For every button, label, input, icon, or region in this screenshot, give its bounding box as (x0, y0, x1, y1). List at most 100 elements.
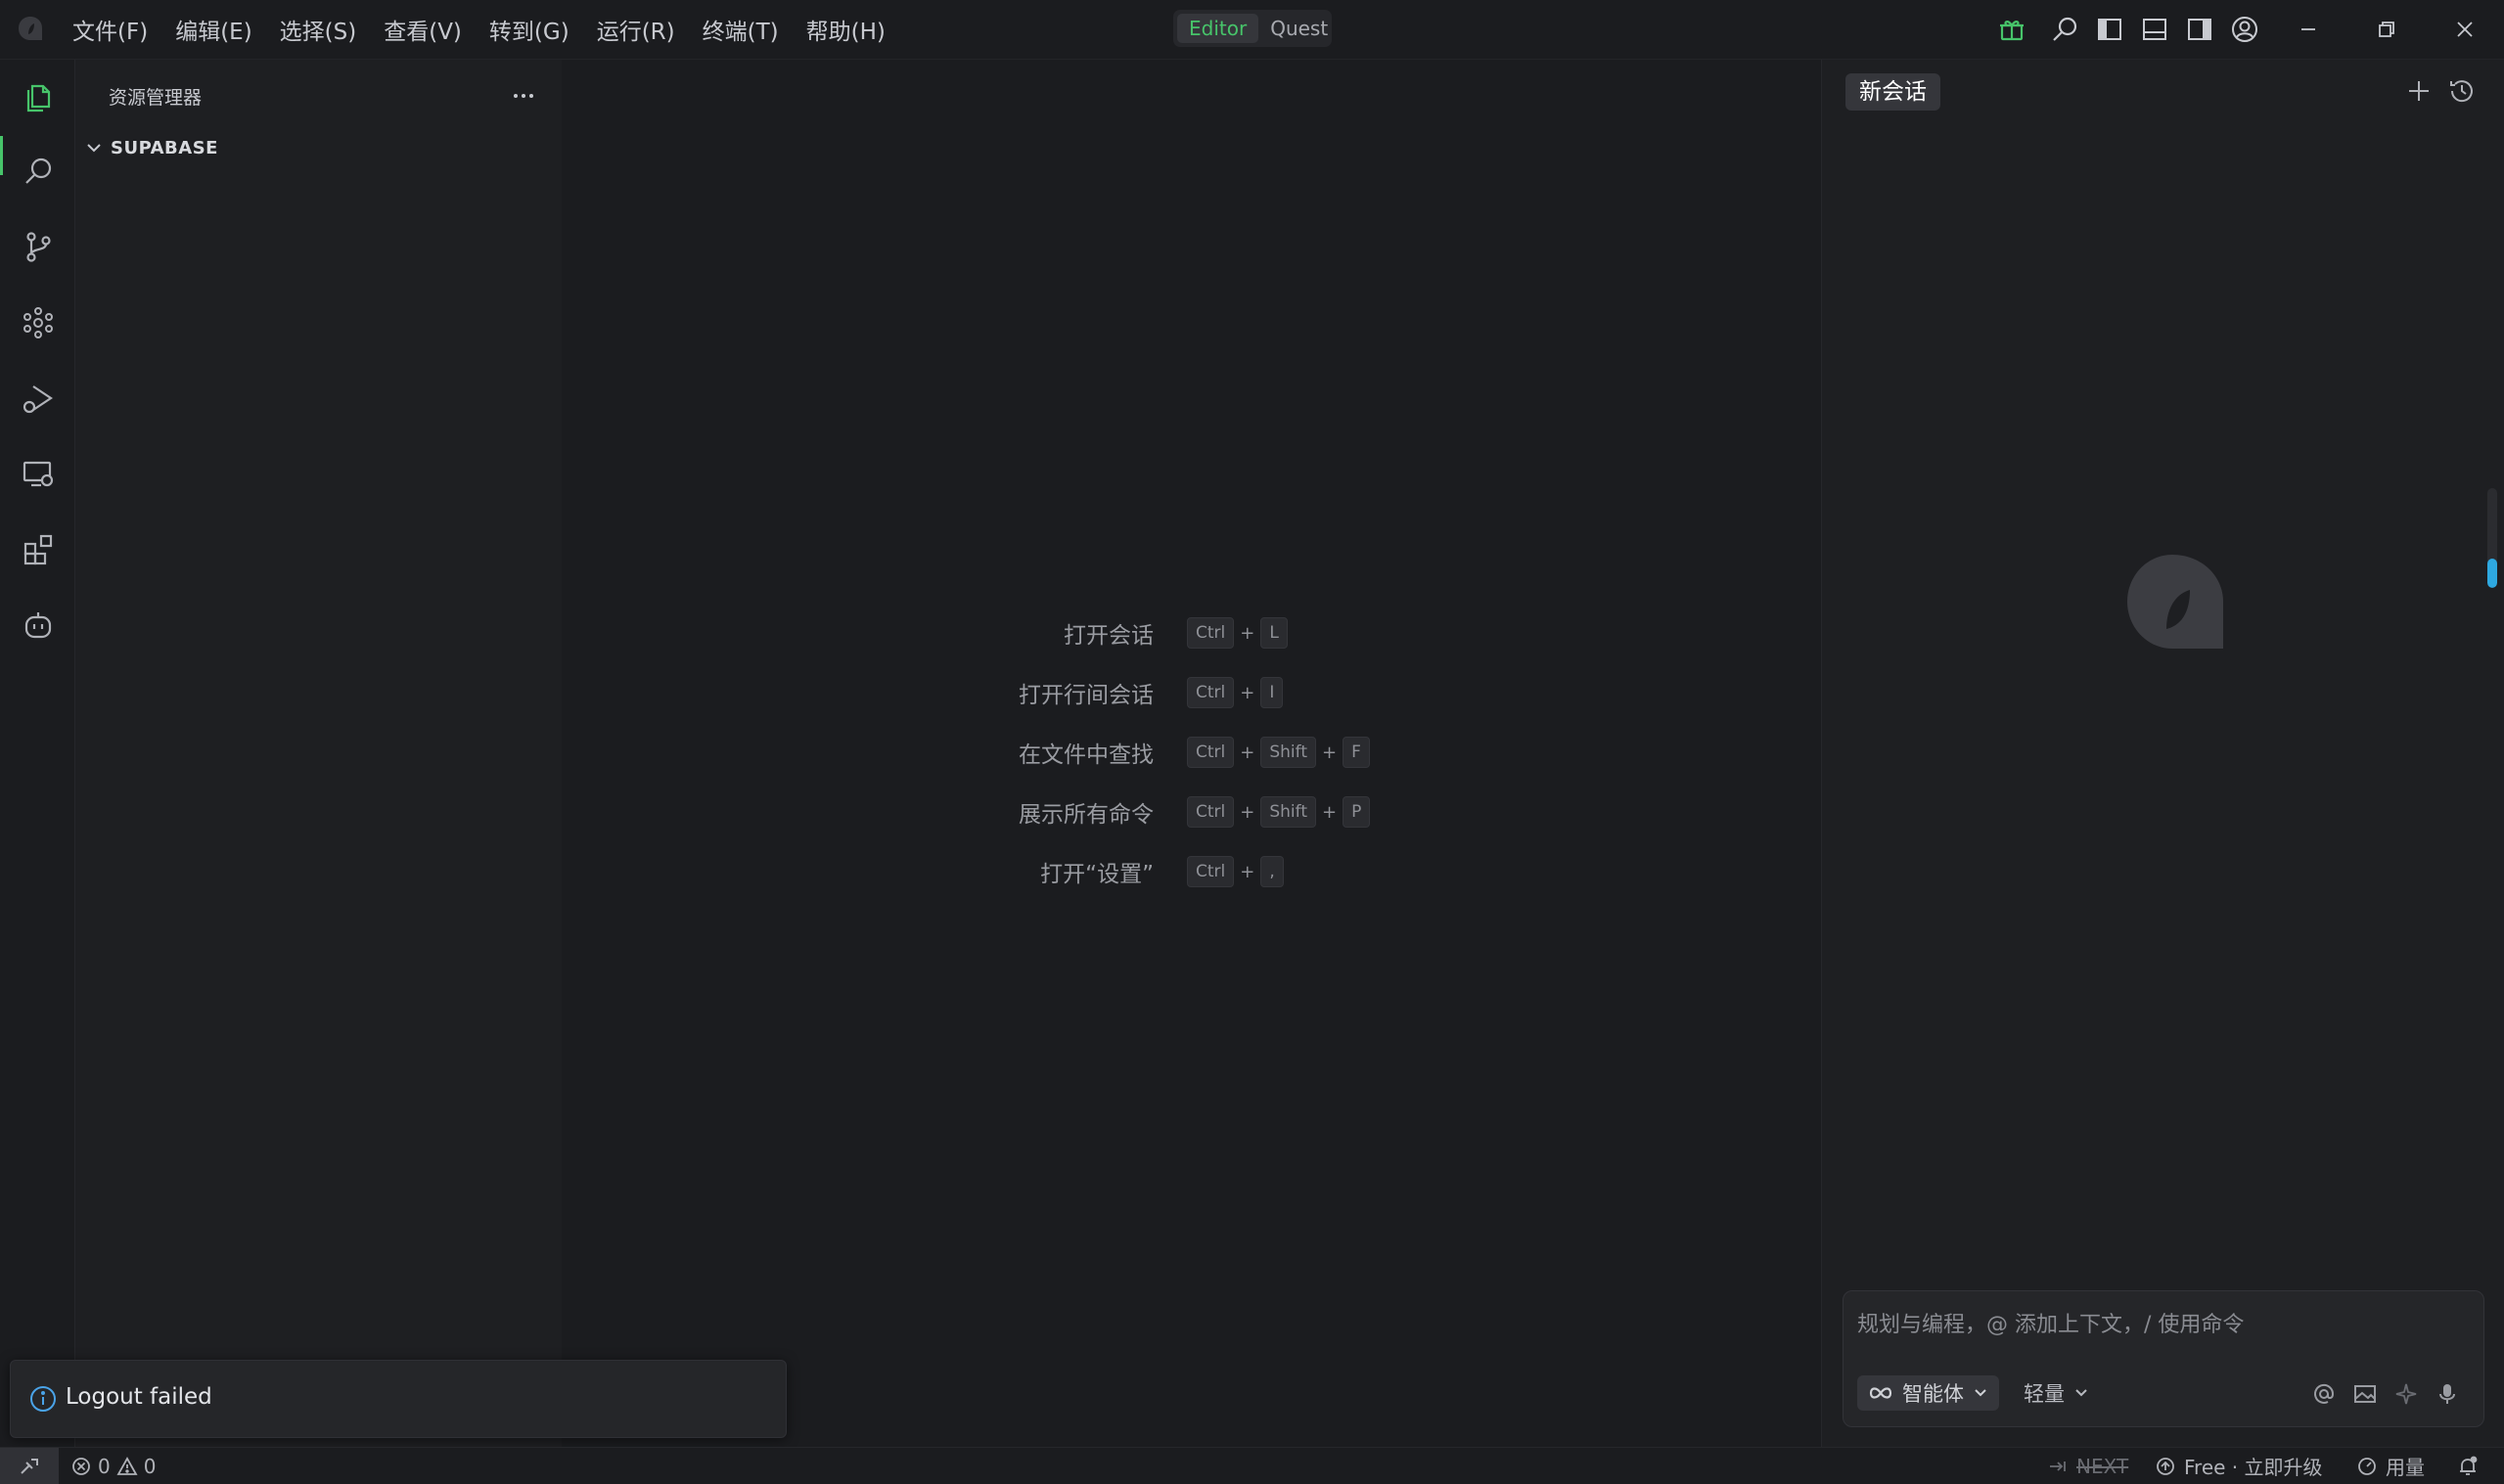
plan-upgrade[interactable]: Free · 立即升级 (2155, 1448, 2323, 1484)
remote-explorer-icon[interactable] (20, 455, 57, 492)
key-cap: Ctrl (1187, 856, 1235, 887)
mode-toggle: Editor Quest (1173, 10, 1332, 47)
shortcut-label: 展示所有命令 (1019, 802, 1154, 828)
shortcut-row: 打开行间会话 Ctrl + I (563, 673, 1820, 712)
notification-toast: Logout failed (10, 1360, 787, 1438)
usage-indicator[interactable]: 用量 (2356, 1448, 2425, 1484)
run-debug-icon[interactable] (20, 380, 57, 417)
sparkle-icon[interactable] (2393, 1381, 2419, 1407)
menu-edit[interactable]: 编辑(E) (175, 13, 265, 46)
more-actions-icon[interactable] (509, 81, 538, 111)
shortcut-keys: Ctrl + Shift + F (1187, 737, 1370, 768)
menu-file[interactable]: 文件(F) (72, 13, 161, 46)
chat-scrollbar[interactable] (2487, 488, 2497, 588)
key-cap: Ctrl (1187, 677, 1235, 708)
scroll-thumb[interactable] (2487, 559, 2497, 588)
shortcut-keys: Ctrl + L (1187, 617, 1288, 649)
image-icon[interactable] (2352, 1381, 2378, 1407)
ai-assistant-icon[interactable] (20, 607, 57, 644)
search-view-icon[interactable] (20, 153, 57, 190)
extensions-icon[interactable] (20, 530, 57, 567)
model-label: 轻量 (2024, 1382, 2065, 1406)
next-indicator[interactable]: NEXT (2047, 1448, 2128, 1484)
logo-watermark-icon (2121, 547, 2231, 656)
gauge-icon (2356, 1456, 2378, 1477)
mode-quest-button[interactable]: Quest (1258, 14, 1340, 43)
key-cap: Ctrl (1187, 617, 1235, 649)
menu-bar: 文件(F) 编辑(E) 选择(S) 查看(V) 转到(G) 运行(R) 终端(T… (72, 0, 913, 59)
activity-bar (0, 60, 75, 1447)
chat-panel: 新会话 规划与编程，@ 添加上下文，/ 使用命令 智能体 轻量 (1821, 60, 2504, 1447)
remote-indicator[interactable] (0, 1448, 59, 1484)
notification-message: Logout failed (66, 1384, 212, 1410)
add-icon[interactable] (2403, 75, 2435, 107)
key-cap: Shift (1260, 737, 1316, 768)
infinity-icon (1867, 1383, 1894, 1403)
mode-editor-button[interactable]: Editor (1177, 14, 1259, 43)
notifications-bell-icon[interactable] (2456, 1448, 2480, 1484)
next-label: NEXT (2076, 1454, 2129, 1478)
title-bar: 文件(F) 编辑(E) 选择(S) 查看(V) 转到(G) 运行(R) 终端(T… (0, 0, 2504, 60)
menu-go[interactable]: 转到(G) (489, 13, 583, 46)
chat-tab-new-session[interactable]: 新会话 (1845, 73, 1940, 111)
key-cap: Ctrl (1187, 737, 1235, 768)
key-cap: P (1343, 796, 1371, 828)
agent-mode-select[interactable]: 智能体 (1857, 1375, 1999, 1411)
status-bar: 0 0 NEXT Free · 立即升级 用量 (0, 1447, 2504, 1484)
restore-icon[interactable] (2371, 14, 2402, 45)
menu-selection[interactable]: 选择(S) (280, 13, 371, 46)
warning-icon (116, 1456, 138, 1477)
source-control-icon[interactable] (20, 228, 57, 265)
gift-icon[interactable] (1996, 14, 2027, 45)
nodes-icon[interactable] (20, 304, 57, 341)
toggle-primary-sidebar-icon[interactable] (2094, 14, 2125, 45)
shortcut-label: 打开会话 (1064, 623, 1154, 649)
shortcut-keys: Ctrl + I (1187, 677, 1284, 708)
history-icon[interactable] (2446, 75, 2478, 107)
key-cap: Ctrl (1187, 796, 1235, 828)
explorer-title: 资源管理器 (109, 87, 203, 109)
menu-terminal[interactable]: 终端(T) (703, 13, 793, 46)
model-select[interactable]: 轻量 (2016, 1375, 2098, 1411)
shortcut-row: 在文件中查找 Ctrl + Shift + F (563, 733, 1820, 772)
search-icon[interactable] (2049, 14, 2080, 45)
editor-area: 打开会话 Ctrl + L 打开行间会话 Ctrl + I 在文件中查找 Ctrl +… (563, 60, 1820, 1447)
key-cap: F (1343, 737, 1370, 768)
chat-input-box[interactable]: 规划与编程，@ 添加上下文，/ 使用命令 智能体 轻量 (1843, 1290, 2484, 1427)
key-cap: Shift (1260, 796, 1316, 828)
folder-row[interactable]: SUPABASE (83, 132, 218, 163)
shortcut-label: 打开行间会话 (1019, 683, 1154, 708)
shortcut-label: 在文件中查找 (1019, 742, 1154, 768)
error-count: 0 (98, 1454, 111, 1478)
problems-indicator[interactable]: 0 0 (70, 1448, 156, 1484)
shortcut-row: 打开会话 Ctrl + L (563, 613, 1820, 652)
folder-label: SUPABASE (111, 137, 218, 158)
account-icon[interactable] (2229, 14, 2260, 45)
key-cap: L (1260, 617, 1288, 649)
shortcut-row: 展示所有命令 Ctrl + Shift + P (563, 792, 1820, 832)
app-logo-icon (16, 14, 45, 43)
toggle-secondary-sidebar-icon[interactable] (2184, 14, 2215, 45)
plan-label: Free · 立即升级 (2184, 1456, 2323, 1479)
explorer-icon[interactable] (20, 77, 57, 114)
menu-help[interactable]: 帮助(H) (806, 13, 899, 46)
menu-run[interactable]: 运行(R) (597, 13, 689, 46)
mention-icon[interactable] (2311, 1381, 2337, 1407)
shortcut-keys: Ctrl + Shift + P (1187, 796, 1371, 828)
error-icon (70, 1456, 92, 1477)
minimize-icon[interactable] (2293, 14, 2324, 45)
chat-input-placeholder[interactable]: 规划与编程，@ 添加上下文，/ 使用命令 (1857, 1307, 2244, 1338)
shortcut-row: 打开“设置” Ctrl + , (563, 852, 1820, 891)
info-icon (28, 1384, 58, 1414)
usage-label: 用量 (2386, 1456, 2425, 1479)
chevron-down-icon (2072, 1384, 2090, 1402)
chevron-down-icon (83, 137, 105, 158)
tab-arrow-icon (2047, 1456, 2069, 1477)
explorer-panel: 资源管理器 SUPABASE (75, 60, 562, 1447)
toggle-panel-icon[interactable] (2139, 14, 2170, 45)
key-cap: , (1260, 856, 1284, 887)
shortcut-label: 打开“设置” (1040, 862, 1154, 887)
microphone-icon[interactable] (2435, 1381, 2460, 1407)
close-icon[interactable] (2449, 14, 2481, 45)
menu-view[interactable]: 查看(V) (384, 13, 476, 46)
